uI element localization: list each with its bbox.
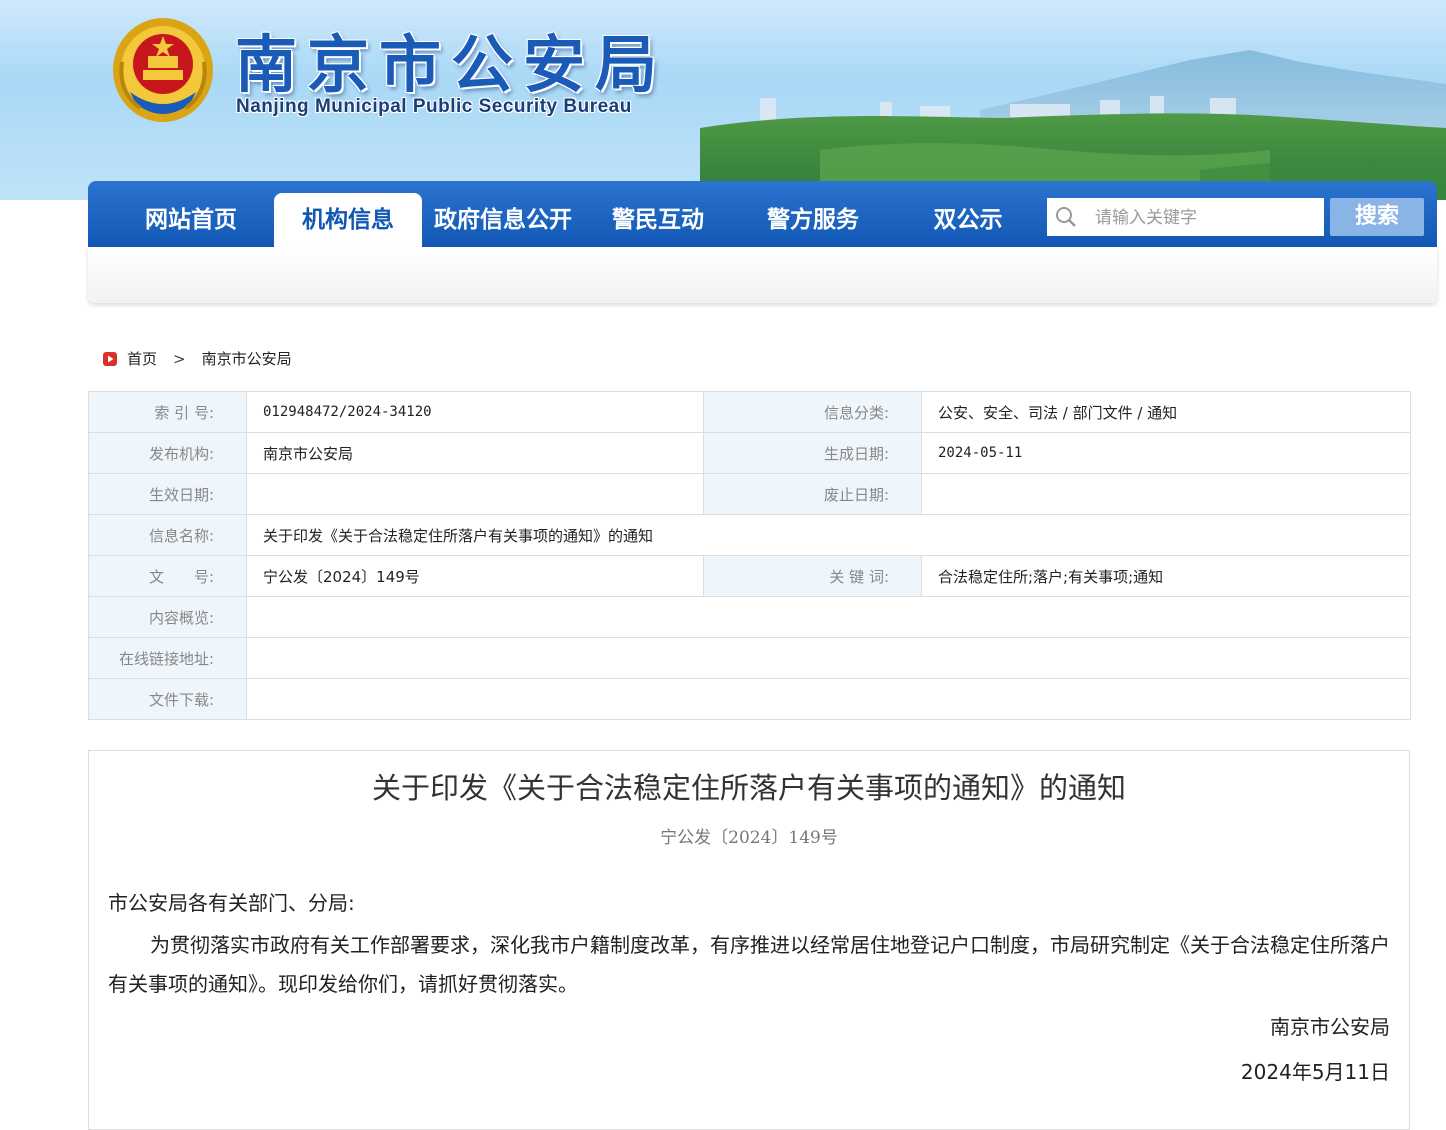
keywords-label: 关 键 词:	[703, 555, 922, 597]
expire-date-value	[921, 473, 1411, 515]
table-row: 索 引 号: 012948472/2024-34120 信息分类: 公安、安全、…	[88, 391, 1411, 433]
nav-item-organization[interactable]: 机构信息	[274, 193, 422, 247]
main-nav: 网站首页 机构信息 政府信息公开 警民互动 警方服务 双公示 搜索	[88, 181, 1437, 247]
publisher-label: 发布机构:	[88, 432, 247, 474]
article-body: 为贯彻落实市政府有关工作部署要求，深化我市户籍制度改革，有序推进以经常居住地登记…	[108, 933, 1390, 996]
search-box	[1047, 198, 1324, 238]
effective-date-label: 生效日期:	[88, 473, 247, 515]
file-download-label: 文件下载:	[88, 678, 247, 720]
category-value: 公安、安全、司法 / 部门文件 / 通知	[921, 391, 1411, 433]
article-salutation: 市公安局各有关部门、分局:	[108, 891, 355, 915]
nav-item-home[interactable]: 网站首页	[116, 193, 266, 247]
search-icon	[1056, 207, 1076, 227]
category-label: 信息分类:	[703, 391, 922, 433]
table-row: 内容概览:	[88, 596, 1411, 638]
keywords-value: 合法稳定住所;落户;有关事项;通知	[921, 555, 1411, 597]
article-content: 关于印发《关于合法稳定住所落户有关事项的通知》的通知 宁公发〔2024〕149号…	[88, 750, 1410, 1130]
breadcrumb-current[interactable]: 南京市公安局	[202, 347, 292, 371]
article-signature: 南京市公安局	[1270, 1015, 1390, 1039]
search-input[interactable]	[1093, 198, 1321, 238]
sub-nav-bar	[88, 247, 1437, 303]
expire-date-label: 废止日期:	[703, 473, 922, 515]
nav-item-interaction[interactable]: 警民互动	[593, 193, 723, 247]
summary-value	[246, 596, 1411, 638]
doc-number-value: 宁公发〔2024〕149号	[246, 555, 704, 597]
nav-item-police-services[interactable]: 警方服务	[748, 193, 878, 247]
generated-date-label: 生成日期:	[703, 432, 922, 474]
site-title: 南京市公安局	[235, 28, 668, 101]
nav-item-gov-info[interactable]: 政府信息公开	[428, 193, 578, 247]
doc-number-label: 文 号:	[88, 555, 247, 597]
effective-date-value	[246, 473, 704, 515]
site-banner: 南京市公安局 Nanjing Municipal Public Security…	[0, 0, 1446, 200]
table-row: 文件下载:	[88, 678, 1411, 720]
publisher-value: 南京市公安局	[246, 432, 704, 474]
play-icon	[103, 352, 117, 366]
site-subtitle: Nanjing Municipal Public Security Bureau	[236, 96, 632, 117]
landscape-illustration	[700, 50, 1446, 200]
generated-date-value: 2024-05-11	[921, 432, 1411, 474]
table-row: 信息名称: 关于印发《关于合法稳定住所落户有关事项的通知》的通知	[88, 514, 1411, 556]
info-name-value: 关于印发《关于合法稳定住所落户有关事项的通知》的通知	[246, 514, 1411, 556]
article-doc-number: 宁公发〔2024〕149号	[660, 828, 838, 848]
online-link-value[interactable]	[246, 637, 1411, 679]
summary-label: 内容概览:	[88, 596, 247, 638]
breadcrumb: 首页 > 南京市公安局	[103, 347, 292, 371]
article-title: 关于印发《关于合法稳定住所落户有关事项的通知》的通知	[371, 771, 1126, 805]
breadcrumb-separator: >	[173, 350, 186, 368]
index-value: 012948472/2024-34120	[246, 391, 704, 433]
file-download-value[interactable]	[246, 678, 1411, 720]
nav-item-dual-publicity[interactable]: 双公示	[908, 193, 1028, 247]
table-row: 文 号: 宁公发〔2024〕149号 关 键 词: 合法稳定住所;落户;有关事项…	[88, 555, 1411, 597]
online-link-label: 在线链接地址:	[88, 637, 247, 679]
search-button[interactable]: 搜索	[1330, 198, 1424, 236]
table-row: 发布机构: 南京市公安局 生成日期: 2024-05-11	[88, 432, 1411, 474]
article-date: 2024年5月11日	[1240, 1060, 1390, 1084]
police-emblem-logo	[113, 18, 213, 122]
info-name-label: 信息名称:	[88, 514, 247, 556]
table-row: 在线链接地址:	[88, 637, 1411, 679]
document-info-table: 索 引 号: 012948472/2024-34120 信息分类: 公安、安全、…	[88, 391, 1411, 720]
table-row: 生效日期: 废止日期:	[88, 473, 1411, 515]
breadcrumb-home[interactable]: 首页	[127, 347, 157, 371]
index-label: 索 引 号:	[88, 391, 247, 433]
